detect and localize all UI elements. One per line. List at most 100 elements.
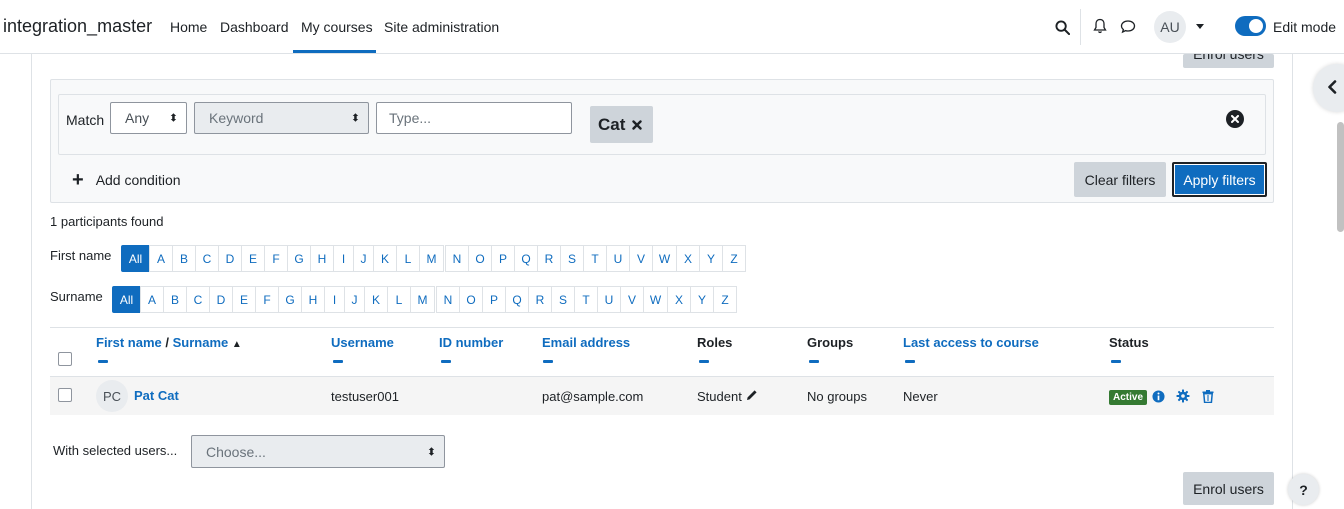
firstname-initial-f[interactable]: F [264, 245, 288, 272]
surname-initial-r[interactable]: R [528, 286, 552, 313]
search-icon[interactable] [1053, 18, 1071, 36]
collapse-column-icon[interactable] [98, 360, 108, 363]
surname-initial-a[interactable]: A [140, 286, 164, 313]
surname-initial-g[interactable]: G [278, 286, 302, 313]
firstname-initial-all[interactable]: All [121, 245, 150, 272]
collapse-column-icon[interactable] [441, 360, 451, 363]
sort-lastaccess-link[interactable]: Last access to course [903, 335, 1039, 350]
firstname-initial-z[interactable]: Z [722, 245, 746, 272]
gear-icon[interactable] [1176, 388, 1190, 404]
surname-initial-q[interactable]: Q [505, 286, 529, 313]
scrollbar-thumb[interactable] [1337, 122, 1344, 232]
nav-site-administration[interactable]: Site administration [384, 19, 499, 35]
surname-initial-j[interactable]: J [344, 286, 365, 313]
select-all-checkbox[interactable] [58, 352, 72, 366]
firstname-initial-p[interactable]: P [491, 245, 515, 272]
firstname-initial-b[interactable]: B [172, 245, 196, 272]
apply-filters-button[interactable]: Apply filters [1172, 162, 1267, 197]
firstname-initial-e[interactable]: E [241, 245, 265, 272]
surname-initial-m[interactable]: M [410, 286, 435, 313]
bulk-action-select[interactable]: Choose... [191, 435, 445, 468]
collapse-column-icon[interactable] [809, 360, 819, 363]
firstname-initial-l[interactable]: L [396, 245, 420, 272]
firstname-initial-n[interactable]: N [445, 245, 469, 272]
collapse-column-icon[interactable] [543, 360, 553, 363]
surname-initial-all[interactable]: All [112, 286, 141, 313]
sort-firstname-link[interactable]: First name [96, 335, 162, 350]
collapse-column-icon[interactable] [1111, 360, 1121, 363]
firstname-initial-r[interactable]: R [537, 245, 561, 272]
firstname-initial-a[interactable]: A [149, 245, 173, 272]
surname-initial-h[interactable]: H [301, 286, 325, 313]
surname-initial-c[interactable]: C [186, 286, 210, 313]
keyword-input[interactable]: Type... [376, 102, 572, 134]
drawer-toggle-button[interactable] [1313, 64, 1344, 112]
match-select[interactable]: Any [110, 102, 187, 134]
surname-initial-y[interactable]: Y [690, 286, 714, 313]
add-condition-button[interactable]: + Add condition [72, 170, 181, 190]
surname-initial-w[interactable]: W [643, 286, 668, 313]
chat-bubble-icon[interactable] [1119, 17, 1137, 35]
firstname-initial-m[interactable]: M [419, 245, 444, 272]
nav-dashboard[interactable]: Dashboard [220, 19, 289, 35]
surname-initial-v[interactable]: V [620, 286, 644, 313]
firstname-initial-g[interactable]: G [287, 245, 311, 272]
help-button[interactable]: ? [1288, 474, 1319, 505]
nav-home[interactable]: Home [170, 19, 207, 35]
trash-icon[interactable] [1201, 388, 1215, 404]
firstname-initial-o[interactable]: O [468, 245, 492, 272]
filter-type-select[interactable]: Keyword [194, 102, 369, 134]
firstname-initial-y[interactable]: Y [699, 245, 723, 272]
surname-initial-f[interactable]: F [255, 286, 279, 313]
firstname-initial-c[interactable]: C [195, 245, 219, 272]
firstname-initial-s[interactable]: S [560, 245, 584, 272]
info-icon[interactable] [1151, 388, 1165, 404]
surname-initial-n[interactable]: N [436, 286, 460, 313]
collapse-column-icon[interactable] [905, 360, 915, 363]
firstname-initial-v[interactable]: V [629, 245, 653, 272]
firstname-initial-q[interactable]: Q [514, 245, 538, 272]
user-menu-chevron-down-icon[interactable] [1196, 24, 1204, 29]
surname-initial-p[interactable]: P [482, 286, 506, 313]
firstname-initial-x[interactable]: X [676, 245, 700, 272]
surname-initial-t[interactable]: T [574, 286, 598, 313]
surname-initial-e[interactable]: E [232, 286, 256, 313]
enrol-users-button-top[interactable]: Enrol users [1183, 54, 1274, 68]
surname-initial-k[interactable]: K [364, 286, 388, 313]
firstname-initial-u[interactable]: U [606, 245, 630, 272]
surname-initial-b[interactable]: B [163, 286, 187, 313]
surname-initial-d[interactable]: D [209, 286, 233, 313]
pencil-icon[interactable] [746, 389, 758, 404]
firstname-initial-h[interactable]: H [310, 245, 334, 272]
firstname-initial-k[interactable]: K [373, 245, 397, 272]
keyword-chip[interactable]: Cat [590, 106, 653, 143]
sort-idnumber-link[interactable]: ID number [439, 335, 503, 350]
sort-username-link[interactable]: Username [331, 335, 394, 350]
surname-initial-o[interactable]: O [459, 286, 483, 313]
collapse-column-icon[interactable] [333, 360, 343, 363]
surname-initial-z[interactable]: Z [713, 286, 737, 313]
firstname-initial-w[interactable]: W [652, 245, 677, 272]
close-icon[interactable] [632, 115, 643, 135]
bell-icon[interactable] [1091, 17, 1109, 35]
nav-my-courses[interactable]: My courses [301, 19, 373, 35]
surname-initial-u[interactable]: U [597, 286, 621, 313]
row-select-checkbox[interactable] [58, 388, 72, 402]
surname-initial-s[interactable]: S [551, 286, 575, 313]
remove-filter-row-icon[interactable] [1226, 110, 1244, 128]
participant-name-link[interactable]: Pat Cat [134, 388, 179, 403]
site-name[interactable]: integration_master [3, 16, 152, 37]
firstname-initial-d[interactable]: D [218, 245, 242, 272]
surname-initial-l[interactable]: L [387, 286, 411, 313]
enrol-users-button[interactable]: Enrol users [1183, 472, 1274, 505]
firstname-initial-t[interactable]: T [583, 245, 607, 272]
firstname-initial-i[interactable]: I [333, 245, 354, 272]
edit-mode-toggle[interactable] [1235, 16, 1266, 36]
firstname-initial-j[interactable]: J [353, 245, 374, 272]
user-avatar[interactable]: AU [1154, 11, 1186, 43]
clear-filters-button[interactable]: Clear filters [1074, 162, 1166, 197]
surname-initial-x[interactable]: X [667, 286, 691, 313]
collapse-column-icon[interactable] [699, 360, 709, 363]
sort-surname-link[interactable]: Surname [173, 335, 229, 350]
surname-initial-i[interactable]: I [324, 286, 345, 313]
